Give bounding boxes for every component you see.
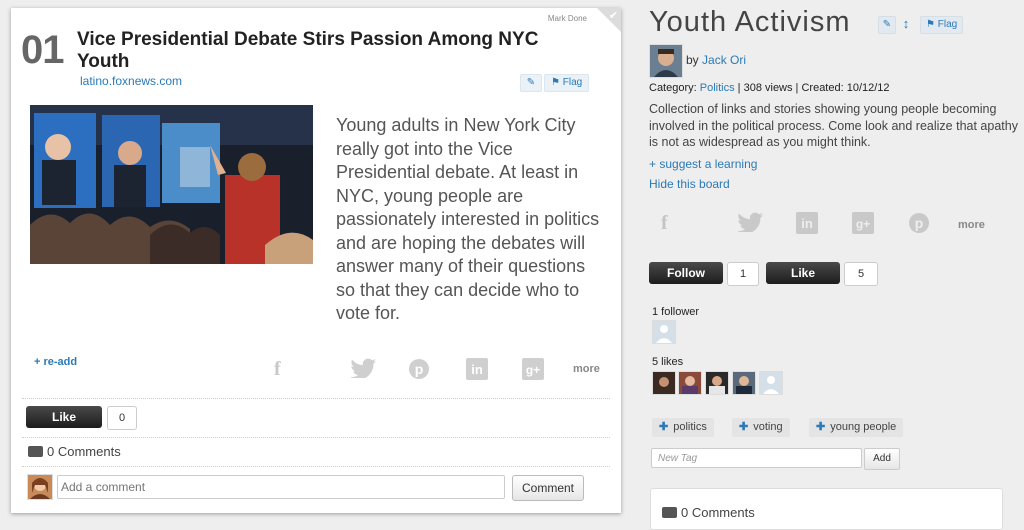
comment-button[interactable]: Comment [512, 475, 584, 501]
twitter-icon[interactable] [350, 358, 377, 384]
follower-avatar[interactable] [652, 320, 676, 344]
board-edit-button[interactable]: ✎ [878, 16, 896, 34]
hide-board-link[interactable]: Hide this board [649, 177, 730, 191]
learning-card: ✔ Mark Done 01 Vice Presidential Debate … [11, 8, 621, 513]
add-tag-icon: ✚ [739, 421, 749, 433]
share-more-link[interactable]: more [573, 363, 600, 375]
like-count: 0 [107, 406, 137, 430]
tag-label: young people [830, 421, 897, 433]
add-tag-icon: ✚ [816, 421, 826, 433]
card-number: 01 [21, 28, 64, 72]
tag-label: politics [673, 421, 707, 433]
board-comments-count[interactable]: 0 Comments [662, 505, 755, 520]
readd-link[interactable]: + re-add [34, 356, 77, 368]
comments-count[interactable]: 0 Comments [28, 444, 121, 459]
tag-young-people[interactable]: ✚ young people [809, 418, 904, 437]
board-like-button[interactable]: Like [766, 262, 840, 284]
liker-avatar[interactable] [759, 371, 783, 395]
svg-text:g+: g+ [526, 363, 540, 377]
flag-label: Flag [562, 77, 583, 88]
article-image[interactable] [30, 105, 313, 264]
twitter-icon[interactable] [737, 212, 764, 238]
divider [22, 437, 610, 438]
board-meta: Category: Politics | 308 views | Created… [649, 82, 890, 94]
user-avatar [27, 474, 53, 500]
svg-text:g+: g+ [856, 217, 870, 231]
tag-label: voting [753, 421, 783, 433]
author-avatar[interactable] [649, 44, 683, 78]
liker-avatar[interactable] [652, 371, 676, 395]
svg-text:in: in [801, 216, 813, 231]
board-like-count: 5 [844, 262, 878, 286]
board-flag-button[interactable]: ⚑ Flag [920, 16, 964, 34]
liker-avatar[interactable] [732, 371, 756, 395]
pinterest-icon[interactable]: p [908, 212, 930, 240]
author-link[interactable]: Jack Ori [702, 53, 746, 67]
svg-text:p: p [915, 215, 924, 231]
flag-icon: ⚑ [926, 19, 935, 30]
card-description: Young adults in New York City really got… [336, 115, 600, 323]
pinterest-icon[interactable]: p [408, 358, 430, 386]
tag-voting[interactable]: ✚ voting [732, 418, 790, 437]
linkedin-icon[interactable]: in [796, 212, 818, 240]
board-title: Youth Activism [649, 6, 851, 38]
comment-bubble-icon [662, 507, 677, 518]
debate-photo [30, 105, 313, 264]
edit-button[interactable]: ✎ [520, 74, 542, 92]
comment-bubble-icon [28, 446, 43, 457]
share-more-link[interactable]: more [958, 219, 985, 231]
board-comments-panel: 0 Comments [650, 488, 1003, 530]
card-title[interactable]: Vice Presidential Debate Stirs Passion A… [77, 29, 567, 73]
linkedin-icon[interactable]: in [466, 358, 488, 386]
comment-input[interactable] [57, 475, 505, 499]
edit-icon: ✎ [526, 77, 536, 88]
board-description: Collection of links and stories showing … [649, 102, 1018, 149]
flag-button[interactable]: ⚑ Flag [544, 74, 590, 92]
like-button[interactable]: Like [26, 406, 102, 428]
divider [22, 398, 610, 399]
add-tag-button[interactable]: Add [864, 448, 900, 470]
flag-icon: ⚑ [551, 77, 560, 88]
follow-button[interactable]: Follow [649, 262, 723, 284]
category-link[interactable]: Politics [700, 82, 735, 94]
googleplus-icon[interactable]: g+ [852, 212, 874, 240]
edit-icon: ✎ [882, 19, 892, 30]
svg-text:in: in [471, 362, 483, 377]
add-tag-icon: ✚ [659, 421, 669, 433]
tag-politics[interactable]: ✚ politics [652, 418, 714, 437]
followers-label: 1 follower [652, 306, 700, 318]
category-prefix: Category: [649, 82, 697, 94]
facebook-icon[interactable]: f [661, 212, 668, 235]
likes-label: 5 likes [652, 356, 684, 368]
new-tag-input[interactable]: New Tag [651, 448, 862, 468]
board-stats: | 308 views | Created: 10/12/12 [737, 82, 890, 94]
comments-label: 0 Comments [47, 444, 121, 459]
check-icon[interactable]: ✔ [609, 9, 618, 22]
follow-count: 1 [727, 262, 759, 286]
divider [22, 466, 610, 467]
facebook-icon[interactable]: f [274, 358, 281, 381]
source-link[interactable]: latino.foxnews.com [80, 74, 182, 88]
liker-avatar[interactable] [705, 371, 729, 395]
by-prefix: by [686, 53, 699, 67]
author-line: by Jack Ori [686, 53, 746, 67]
googleplus-icon[interactable]: g+ [522, 358, 544, 386]
reorder-icon[interactable]: ↕ [901, 16, 911, 32]
mark-done-label[interactable]: Mark Done [548, 14, 587, 23]
comments-label: 0 Comments [681, 505, 755, 520]
suggest-learning-link[interactable]: + suggest a learning [649, 157, 757, 171]
svg-text:p: p [415, 361, 424, 377]
liker-avatar[interactable] [678, 371, 702, 395]
flag-label: Flag [937, 19, 958, 30]
